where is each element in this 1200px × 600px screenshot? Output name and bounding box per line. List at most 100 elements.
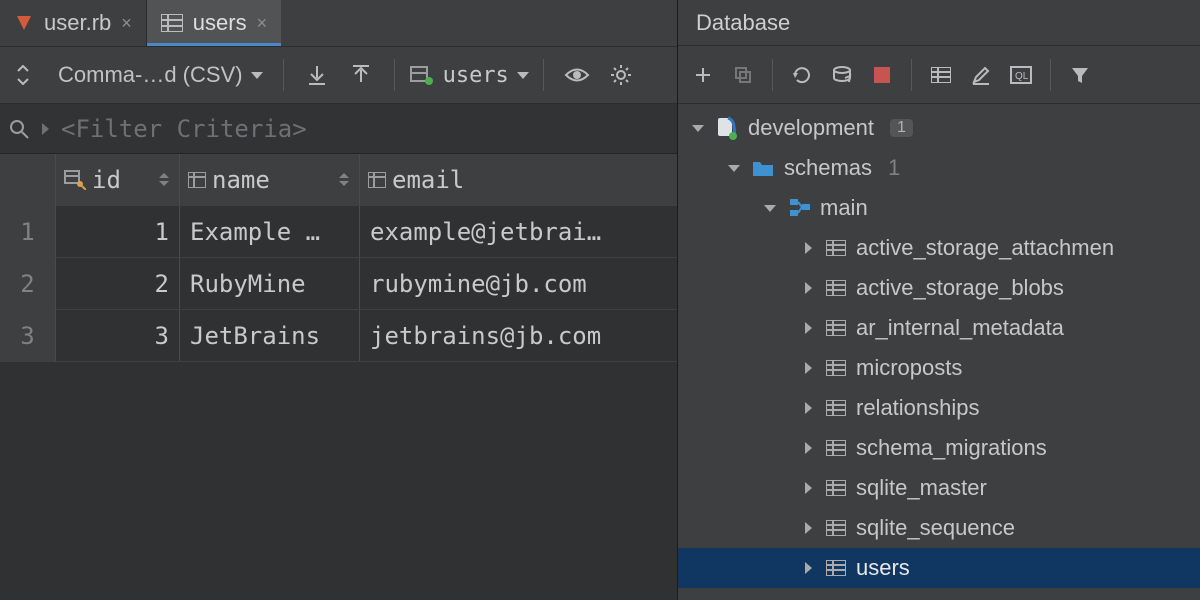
tree-node-datasource[interactable]: development 1 (678, 108, 1200, 148)
node-label: ar_internal_metadata (856, 315, 1064, 341)
tree-node-schemas[interactable]: schemas 1 (678, 148, 1200, 188)
node-label: sqlite_master (856, 475, 987, 501)
table-selector[interactable]: users (409, 63, 529, 88)
node-label: main (820, 195, 868, 221)
tab-userrb[interactable]: user.rb × (0, 0, 147, 46)
table-icon (161, 14, 183, 32)
table-icon (826, 280, 846, 296)
tree-node-table[interactable]: sqlite_sequence (678, 508, 1200, 548)
gear-icon[interactable] (602, 57, 640, 93)
separator (394, 59, 395, 91)
format-dropdown[interactable]: Comma-…d (CSV) (48, 62, 269, 88)
tree-node-table[interactable]: sqlite_master (678, 468, 1200, 508)
node-label: users (856, 555, 910, 581)
table-icon (826, 320, 846, 336)
tree-node-table[interactable]: ar_internal_metadata (678, 308, 1200, 348)
panel-title-label: Database (696, 10, 790, 36)
chevron-down-icon (762, 205, 778, 212)
tree-node-main[interactable]: main (678, 188, 1200, 228)
table-row[interactable]: 22RubyMinerubymine@jb.com (0, 258, 677, 310)
table-icon (826, 480, 846, 496)
tab-label: user.rb (44, 10, 111, 36)
table-icon (826, 520, 846, 536)
table-row[interactable]: 33JetBrainsjetbrains@jb.com (0, 310, 677, 362)
sync-icon[interactable] (823, 57, 861, 93)
filter-row[interactable]: <Filter Criteria> (0, 104, 677, 154)
schema-icon (788, 198, 810, 218)
table-selector-icon (409, 65, 435, 85)
chevron-down-icon (690, 125, 706, 132)
duplicate-icon[interactable] (724, 57, 762, 93)
chevron-right-icon (42, 123, 49, 135)
tree-node-table[interactable]: relationships (678, 388, 1200, 428)
node-label: relationships (856, 395, 980, 421)
table-icon (826, 360, 846, 376)
table-view-icon[interactable] (922, 57, 960, 93)
tree-node-table[interactable]: microposts (678, 348, 1200, 388)
column-header-email[interactable]: email (360, 154, 677, 205)
chevron-right-icon (800, 362, 816, 374)
table-icon (826, 440, 846, 456)
node-label: schemas (784, 155, 872, 181)
chevron-down-icon (251, 72, 263, 79)
count-badge: 1 (890, 119, 913, 137)
node-label: active_storage_blobs (856, 275, 1064, 301)
filter-icon[interactable] (1061, 57, 1099, 93)
export-icon[interactable] (342, 57, 380, 93)
chevron-right-icon (800, 562, 816, 574)
col-label: email (392, 166, 464, 194)
separator (283, 59, 284, 91)
cell-email[interactable]: rubymine@jb.com (360, 258, 677, 309)
grid-toolbar: Comma-…d (CSV) users (0, 46, 677, 104)
node-label: sqlite_sequence (856, 515, 1015, 541)
database-toolbar: QL (678, 46, 1200, 104)
close-icon[interactable]: × (121, 13, 132, 34)
count-label: 1 (888, 155, 900, 181)
expand-icon[interactable] (4, 57, 42, 93)
sort-indicator-icon (339, 173, 349, 186)
chevron-down-icon (517, 72, 529, 79)
tab-bar: user.rb × users × (0, 0, 677, 46)
console-icon[interactable]: QL (1002, 57, 1040, 93)
key-column-icon (64, 170, 86, 190)
folder-icon (752, 159, 774, 177)
search-icon (8, 118, 30, 140)
chevron-right-icon (800, 522, 816, 534)
cell-email[interactable]: example@jetbrai… (360, 206, 677, 257)
chevron-right-icon (800, 482, 816, 494)
import-icon[interactable] (298, 57, 336, 93)
chevron-right-icon (800, 242, 816, 254)
tree-node-table[interactable]: schema_migrations (678, 428, 1200, 468)
row-number: 2 (0, 258, 56, 309)
add-icon[interactable] (684, 57, 722, 93)
table-icon (826, 560, 846, 576)
eye-icon[interactable] (558, 57, 596, 93)
separator (911, 59, 912, 91)
refresh-icon[interactable] (783, 57, 821, 93)
row-number: 1 (0, 206, 56, 257)
table-icon (826, 400, 846, 416)
separator (772, 59, 773, 91)
sort-indicator-icon (159, 173, 169, 186)
cell-name[interactable]: RubyMine (180, 258, 360, 309)
tab-users[interactable]: users × (147, 0, 281, 46)
cell-id[interactable]: 3 (56, 310, 180, 361)
tree-node-table[interactable]: active_storage_attachmen (678, 228, 1200, 268)
column-header-name[interactable]: name (180, 154, 360, 205)
cell-name[interactable]: JetBrains (180, 310, 360, 361)
edit-icon[interactable] (962, 57, 1000, 93)
cell-name[interactable]: Example … (180, 206, 360, 257)
cell-id[interactable]: 1 (56, 206, 180, 257)
table-selector-label: users (443, 63, 509, 88)
chevron-right-icon (800, 282, 816, 294)
separator (1050, 59, 1051, 91)
cell-email[interactable]: jetbrains@jb.com (360, 310, 677, 361)
table-row[interactable]: 11Example …example@jetbrai… (0, 206, 677, 258)
database-panel: Database QL (678, 0, 1200, 600)
stop-icon[interactable] (863, 57, 901, 93)
tree-node-table[interactable]: active_storage_blobs (678, 268, 1200, 308)
close-icon[interactable]: × (257, 13, 268, 34)
cell-id[interactable]: 2 (56, 258, 180, 309)
column-header-id[interactable]: id (56, 154, 180, 205)
tree-node-table[interactable]: users (678, 548, 1200, 588)
